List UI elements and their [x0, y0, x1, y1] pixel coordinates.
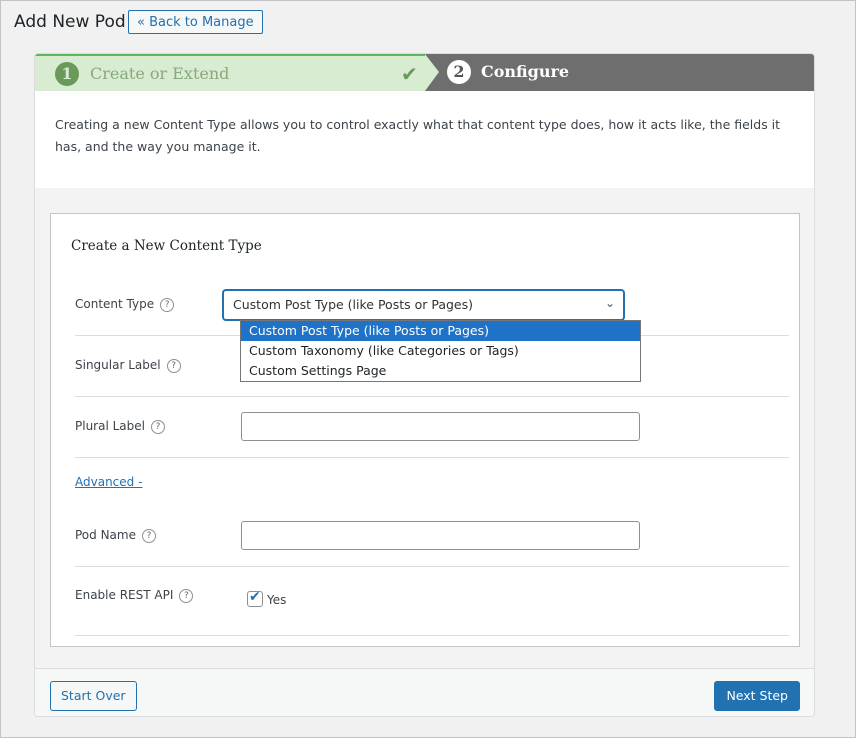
content-type-label: Content Type? [75, 297, 175, 312]
step-label: Configure [481, 62, 570, 81]
dropdown-option[interactable]: Custom Taxonomy (like Categories or Tags… [241, 341, 640, 361]
help-icon[interactable]: ? [166, 358, 181, 373]
content-type-dropdown: Custom Post Type (like Posts or Pages) C… [240, 320, 641, 382]
rest-api-label: Enable REST API? [75, 588, 194, 603]
step-configure: 2 Configure [425, 54, 814, 91]
step-number: 2 [447, 60, 471, 84]
intro-text: Creating a new Content Type allows you t… [55, 117, 781, 154]
rest-api-checkbox[interactable]: ✔ [247, 589, 263, 607]
content-type-panel: Create a New Content Type Content Type? … [50, 213, 800, 647]
start-over-button[interactable]: Start Over [50, 681, 137, 711]
content-type-select[interactable]: Custom Post Type (like Posts or Pages) ⌄ [223, 290, 624, 320]
pod-name-label: Pod Name? [75, 528, 156, 543]
checkmark-icon: ✔ [401, 62, 418, 86]
next-step-button[interactable]: Next Step [714, 681, 800, 711]
advanced-toggle-link[interactable]: Advanced - [75, 475, 142, 489]
singular-label-label: Singular Label? [75, 358, 181, 373]
step-create-or-extend[interactable]: 1 Create or Extend ✔ [35, 54, 435, 91]
help-icon[interactable]: ? [160, 297, 175, 312]
help-icon[interactable]: ? [179, 588, 194, 603]
wizard-steps: 1 Create or Extend ✔ 2 Configure [35, 54, 814, 91]
chevron-down-icon: ⌄ [604, 296, 615, 310]
dropdown-option[interactable]: Custom Settings Page [241, 361, 640, 381]
content-type-value: Custom Post Type (like Posts or Pages) [233, 297, 474, 312]
wizard-footer: Start Over Next Step [35, 668, 814, 716]
wizard-panel: 1 Create or Extend ✔ 2 Configure Creatin… [34, 53, 815, 717]
advanced-section: Pod Name? [75, 458, 789, 567]
plural-label-row: Plural Label? [75, 397, 789, 458]
plural-label-input[interactable] [241, 412, 640, 441]
rest-api-checkbox-label[interactable]: Yes [267, 593, 286, 607]
help-icon[interactable]: ? [150, 419, 165, 434]
plural-label-label: Plural Label? [75, 419, 165, 434]
step-arrow [425, 54, 439, 91]
pod-name-input[interactable] [241, 521, 640, 550]
back-to-manage-button[interactable]: « Back to Manage [128, 10, 263, 34]
page-title: Add New Pod [14, 12, 126, 32]
step-label: Create or Extend [90, 64, 230, 83]
checkmark-icon: ✔ [249, 589, 261, 605]
dropdown-option[interactable]: Custom Post Type (like Posts or Pages) [241, 321, 640, 341]
step-number: 1 [55, 62, 79, 86]
rest-api-row: Enable REST API? [75, 567, 789, 636]
panel-title: Create a New Content Type [71, 238, 262, 254]
help-icon[interactable]: ? [141, 528, 156, 543]
